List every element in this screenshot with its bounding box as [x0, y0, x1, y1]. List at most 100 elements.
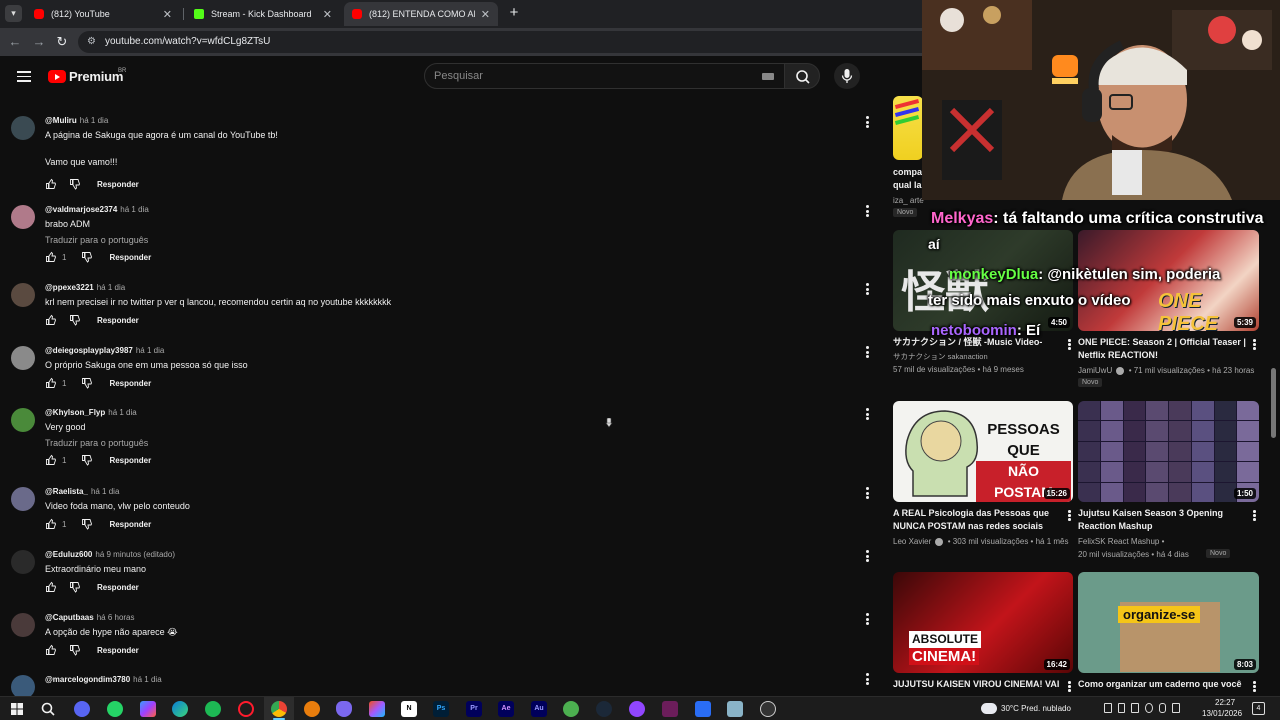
comment-time[interactable]: há 1 dia [80, 116, 108, 125]
reply-button[interactable]: Responder [97, 583, 139, 592]
tab-close-icon[interactable]: ✕ [323, 8, 332, 21]
video-thumbnail[interactable]: organize-se 8:03 [1078, 572, 1259, 673]
avatar[interactable] [11, 613, 35, 637]
thumbs-up-icon[interactable] [45, 314, 57, 326]
thumbs-up-icon[interactable] [45, 454, 57, 466]
forward-arrow-icon[interactable]: → [31, 34, 47, 50]
video-channel[interactable]: JamiUwU [1078, 366, 1112, 375]
avatar[interactable] [11, 408, 35, 432]
thumbs-up-icon[interactable] [45, 377, 57, 389]
audition-icon[interactable]: Au [531, 701, 547, 717]
comment-more-icon[interactable] [866, 408, 870, 420]
spotify-icon[interactable] [205, 701, 221, 717]
volume-icon[interactable] [1172, 703, 1181, 713]
thumbs-down-icon[interactable] [69, 644, 81, 656]
video-thumbnail[interactable]: PESSOAS QUE NÃO POSTAM SUAS FOTOS 15:26 [893, 401, 1073, 502]
tray-icon[interactable] [1117, 703, 1126, 713]
video-more-icon[interactable] [1253, 339, 1257, 351]
video-title[interactable]: A REAL Psicologia das Pessoas que [893, 507, 1049, 520]
thumbs-down-icon[interactable] [81, 251, 93, 263]
weather-icon[interactable] [981, 703, 997, 714]
avatar[interactable] [11, 675, 35, 696]
chrome-icon[interactable] [271, 701, 287, 717]
after-effects-icon[interactable]: Ae [498, 701, 514, 717]
comment-more-icon[interactable] [866, 487, 870, 499]
search-input[interactable]: Pesquisar [424, 63, 785, 89]
comment-more-icon[interactable] [866, 116, 870, 128]
video-thumbnail[interactable]: 1:50 [1078, 401, 1259, 502]
reply-button[interactable]: Responder [109, 379, 151, 388]
thumbs-up-icon[interactable] [45, 251, 57, 263]
thumbs-up-icon[interactable] [45, 581, 57, 593]
tab-search-button[interactable]: ▾ [5, 5, 22, 22]
video-title[interactable]: JUJUTSU KAISEN VIROU CINEMA! VAI [893, 678, 1059, 691]
clock-time[interactable]: 22:27 [1215, 698, 1235, 707]
avatar[interactable] [11, 205, 35, 229]
thumbs-down-icon[interactable] [81, 377, 93, 389]
system-tray-icons[interactable] [1104, 703, 1181, 715]
comment-more-icon[interactable] [866, 346, 870, 358]
video-channel[interactable]: Leo Xavier [893, 537, 931, 546]
reload-icon[interactable]: ↻ [54, 34, 70, 50]
video-title[interactable]: ONE PIECE: Season 2 | Official Teaser | [1078, 336, 1246, 349]
translate-link[interactable]: Traduzir para o português [45, 438, 148, 448]
search-icon[interactable] [40, 701, 56, 717]
edge-icon[interactable] [172, 701, 188, 717]
steam-icon[interactable] [596, 701, 612, 717]
comment-author[interactable]: @ppexe3221 [45, 283, 94, 292]
reply-button[interactable]: Responder [97, 646, 139, 655]
video-more-icon[interactable] [1253, 510, 1257, 522]
video-thumbnail[interactable]: ABSOLUTE CINEMA! 16:42 [893, 572, 1073, 673]
copilot-icon[interactable] [140, 701, 156, 717]
comment-time[interactable]: há 1 dia [133, 675, 161, 684]
comment-more-icon[interactable] [866, 205, 870, 217]
comment-time[interactable]: há 1 dia [91, 487, 119, 496]
comment-author[interactable]: @Caputbaas [45, 613, 94, 622]
back-arrow-icon[interactable]: ← [7, 34, 23, 50]
comment-author[interactable]: @Raelista_ [45, 487, 88, 496]
comment-more-icon[interactable] [866, 613, 870, 625]
comment-author[interactable]: @Eduluz600 [45, 550, 92, 559]
video-more-icon[interactable] [1068, 339, 1072, 351]
site-info-icon[interactable]: ⚙ [87, 36, 99, 48]
notifications-icon[interactable]: 4 [1252, 702, 1265, 715]
figma-icon[interactable] [369, 701, 385, 717]
thumbs-down-icon[interactable] [81, 518, 93, 530]
tab-close-icon[interactable]: ✕ [163, 8, 172, 21]
video-title[interactable]: Como organizar um caderno que você [1078, 678, 1242, 691]
app-icon[interactable] [662, 701, 678, 717]
reply-button[interactable]: Responder [97, 180, 139, 189]
thumbs-down-icon[interactable] [69, 178, 81, 190]
video-title-line2[interactable]: Reaction Mashup [1078, 520, 1153, 533]
avatar[interactable] [11, 346, 35, 370]
video-more-icon[interactable] [1068, 510, 1072, 522]
menu-icon[interactable] [17, 71, 31, 82]
avatar[interactable] [11, 487, 35, 511]
avatar[interactable] [11, 283, 35, 307]
comment-author[interactable]: @Khylson_Flyp [45, 408, 105, 417]
clock-date[interactable]: 13/01/2026 [1202, 709, 1242, 718]
app-icon[interactable] [336, 701, 352, 717]
reply-button[interactable]: Responder [109, 456, 151, 465]
tab-entenda-anime[interactable]: (812) ENTENDA COMO ANIME ✕ [344, 2, 498, 26]
windows-start-icon[interactable] [9, 701, 25, 717]
discord-icon[interactable] [74, 701, 90, 717]
search-button[interactable] [784, 63, 820, 89]
opera-icon[interactable] [238, 701, 254, 717]
video-thumbnail[interactable] [893, 96, 923, 160]
thumbs-up-icon[interactable] [45, 518, 57, 530]
video-more-icon[interactable] [1068, 681, 1072, 693]
tray-icon[interactable] [1104, 703, 1112, 713]
sidebar-scrollbar[interactable] [1271, 368, 1276, 438]
tab-close-icon[interactable]: ✕ [481, 8, 490, 21]
notion-icon[interactable]: N [401, 701, 417, 717]
comment-time[interactable]: há 9 minutos (editado) [95, 550, 175, 559]
video-more-icon[interactable] [1253, 681, 1257, 693]
comment-time[interactable]: há 1 dia [108, 408, 136, 417]
comment-more-icon[interactable] [866, 283, 870, 295]
thumbs-up-icon[interactable] [45, 644, 57, 656]
reply-button[interactable]: Responder [97, 316, 139, 325]
avatar[interactable] [11, 116, 35, 140]
notepad-icon[interactable] [727, 701, 743, 717]
comment-more-icon[interactable] [866, 673, 870, 685]
